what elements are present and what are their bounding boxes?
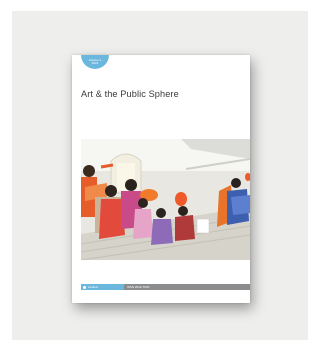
journal-cover[interactable]: Volume 1 2021 Art & the Public Sphere in…	[72, 55, 250, 303]
footer-info: ISSN 2042-793X	[124, 284, 250, 290]
badge-year: 2021	[91, 61, 99, 66]
cover-photo	[81, 139, 250, 260]
journal-title: Art & the Public Sphere	[81, 89, 179, 99]
publisher-name: intellect	[88, 285, 99, 289]
volume-badge: Volume 1 2021	[81, 55, 109, 69]
publisher-logo-icon	[83, 285, 86, 289]
publisher-bar: intellect	[81, 284, 124, 290]
cover-footer: intellect ISSN 2042-793X	[81, 284, 250, 290]
